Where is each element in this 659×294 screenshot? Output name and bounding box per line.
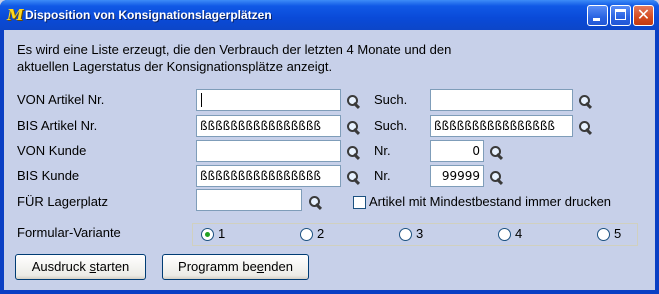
search-icon[interactable] [577,119,593,136]
variant-label: Formular-Variante [17,225,121,240]
variant-radio-2[interactable] [300,228,313,241]
von-kunde-input[interactable] [196,140,341,162]
search-icon[interactable] [488,144,504,161]
bis-kunde-label: BIS Kunde [17,168,80,183]
variant-radio-3[interactable] [399,228,412,241]
such-input-2[interactable]: ßßßßßßßßßßßßßßßß [430,115,573,137]
search-icon[interactable] [307,194,323,211]
nr-input-1[interactable]: 0 [430,140,484,162]
variant-option-4[interactable]: 4 [515,226,522,241]
nr-label-2: Nr. [374,168,391,183]
radio-selected-dot [205,232,210,237]
print-button-label-part-2: tarten [96,259,130,274]
window-title: Disposition von Konsignationslagerplätze… [25,8,272,22]
print-start-button[interactable]: Ausdruck starten [15,254,146,280]
bis-artikel-value: ßßßßßßßßßßßßßßßß [200,119,321,133]
such-value-2: ßßßßßßßßßßßßßßßß [434,119,555,133]
print-button-label-part-1: Ausdruck [31,259,90,274]
close-button[interactable]: ✕ [633,5,654,26]
variant-option-2[interactable]: 2 [317,226,324,241]
search-icon[interactable] [345,144,361,161]
end-button-accelerator: e [256,259,265,274]
title-bar[interactable]: M Disposition von Konsignationslagerplät… [0,0,659,30]
variant-option-3[interactable]: 3 [416,226,423,241]
von-artikel-input[interactable] [196,89,341,111]
fuer-lagerplatz-label: FÜR Lagerplatz [17,194,109,209]
bis-artikel-label: BIS Artikel Nr. [17,118,98,133]
app-logo-icon: M [7,6,24,24]
maximize-icon [615,9,626,20]
maximize-button[interactable] [610,5,631,26]
bis-kunde-value: ßßßßßßßßßßßßßßßß [200,169,321,183]
search-icon[interactable] [345,169,361,186]
nr-input-2[interactable]: 99999 [430,165,484,187]
mindestbestand-checkbox[interactable] [353,196,366,209]
search-icon[interactable] [345,93,361,110]
minimize-button[interactable] [587,5,608,26]
variant-group [192,223,638,246]
description-text: Es wird eine Liste erzeugt, die den Verb… [17,41,451,75]
end-program-button[interactable]: Programm beenden [162,254,309,280]
search-icon[interactable] [488,169,504,186]
nr-label-1: Nr. [374,143,391,158]
such-label-1: Such. [374,92,408,107]
close-icon: ✕ [636,7,651,24]
nr-value-2: 99999 [441,169,480,183]
bis-artikel-input[interactable]: ßßßßßßßßßßßßßßßß [196,115,341,137]
dialog-window: M Disposition von Konsignationslagerplät… [0,0,659,294]
text-caret [201,93,202,107]
description-line-1: Es wird eine Liste erzeugt, die den Verb… [17,42,452,57]
minimize-icon [593,18,600,21]
end-button-label-part-2: nden [264,259,293,274]
such-input-1[interactable] [430,89,573,111]
description-line-2: aktuellen Lagerstatus der Konsignationsp… [17,59,333,74]
bis-kunde-input[interactable]: ßßßßßßßßßßßßßßßß [196,165,341,187]
mindestbestand-label[interactable]: Artikel mit Mindestbestand immer drucken [369,194,611,209]
fuer-lagerplatz-input[interactable] [196,189,302,211]
variant-option-5[interactable]: 5 [614,226,621,241]
von-kunde-label: VON Kunde [17,143,87,158]
variant-radio-5[interactable] [597,228,610,241]
search-icon[interactable] [577,93,593,110]
variant-radio-1[interactable] [201,228,214,241]
variant-option-1[interactable]: 1 [218,226,225,241]
end-button-label-part-1: Programm be [178,259,257,274]
search-icon[interactable] [345,119,361,136]
von-artikel-label: VON Artikel Nr. [17,92,105,107]
such-label-2: Such. [374,118,408,133]
dialog-body: Es wird eine Liste erzeugt, die den Verb… [4,30,655,290]
nr-value-1: 0 [472,144,480,158]
variant-radio-4[interactable] [498,228,511,241]
